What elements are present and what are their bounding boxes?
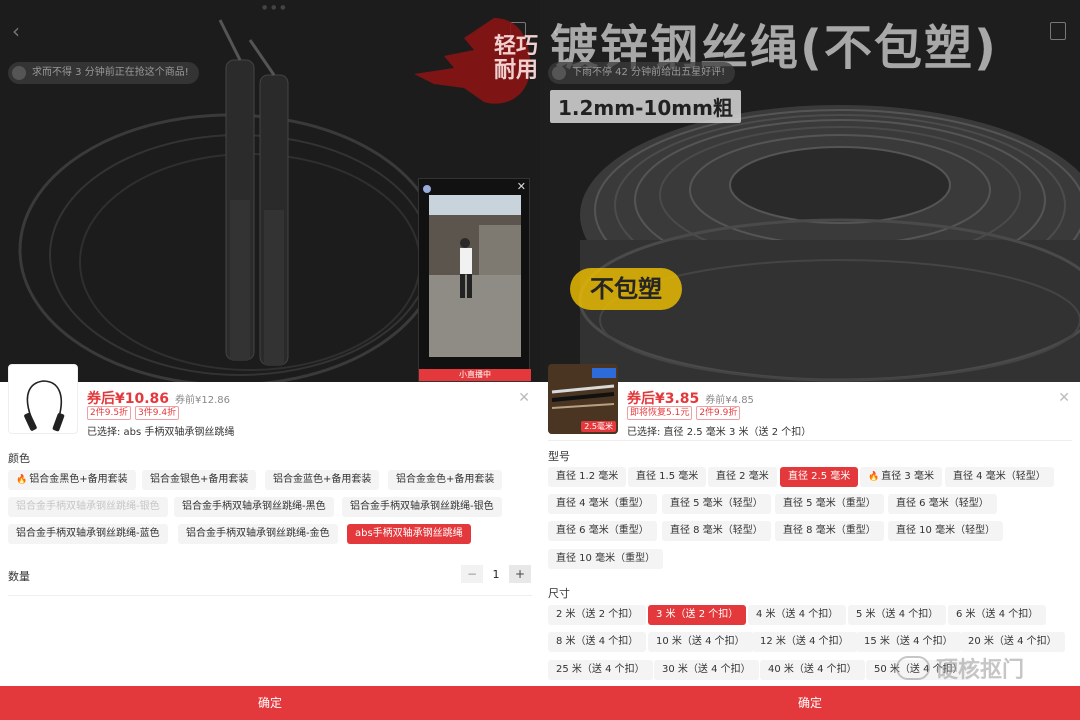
model-option[interactable]: 直径 5 毫米（轻型）: [662, 494, 771, 514]
size-option[interactable]: 2 米（送 2 个扣）: [548, 605, 647, 625]
jump-rope-sku-panel: ● ● ● ‹ 轻巧耐用 求而不得 3 分钟前正在抢这个商品! ✕ 小直播中 券…: [0, 0, 540, 720]
sku-sheet: [0, 382, 540, 720]
status-bar-dots: ● ● ●: [262, 4, 287, 11]
price-row: 券后¥3.85 券前¥4.85: [627, 388, 754, 408]
size-option[interactable]: 5 米（送 4 个扣）: [848, 605, 947, 625]
model-label: 型号: [548, 450, 570, 463]
size-range-label: 1.2mm-10mm粗: [550, 90, 741, 123]
original-price: 券前¥12.86: [175, 395, 231, 406]
fire-icon: 🔥: [16, 475, 28, 485]
divider: [548, 440, 1072, 441]
activity-notice-text: 下雨不停 42 分钟前给出五星好评!: [572, 67, 726, 78]
avatar: [12, 66, 26, 80]
promo-tags: 即将恢复5.1元 2件9.9折: [627, 406, 741, 420]
live-avatar-icon: [423, 185, 431, 193]
live-video[interactable]: [429, 195, 521, 357]
product-thumbnail: 2.5毫米: [548, 364, 618, 434]
promo-tag: 3件9.4折: [135, 406, 180, 420]
activity-notice: 下雨不停 42 分钟前给出五星好评!: [548, 62, 736, 84]
size-option[interactable]: 15 米（送 4 个扣）: [856, 632, 961, 652]
size-option[interactable]: 20 米（送 4 个扣）: [960, 632, 1065, 652]
model-option[interactable]: 直径 5 毫米（重型）: [775, 494, 884, 514]
size-label: 尺寸: [548, 587, 570, 600]
steel-rope-sku-panel: ‹ 镀锌钢丝绳(不包塑) 下雨不停 42 分钟前给出五星好评! 1.2mm-10…: [540, 0, 1080, 720]
watermark-text: 硬核抠门: [936, 658, 1025, 683]
quantity-plus-button[interactable]: +: [509, 565, 531, 583]
color-option-selected[interactable]: abs手柄双轴承钢丝跳绳: [347, 524, 471, 544]
color-option[interactable]: 铝合金手柄双轴承钢丝跳绳-金色: [178, 524, 338, 544]
wechat-icon: [896, 656, 930, 680]
selected-sku: 已选择: abs 手柄双轴承钢丝跳绳: [87, 427, 235, 438]
screenshot-pair: ● ● ● ‹ 轻巧耐用 求而不得 3 分钟前正在抢这个商品! ✕ 小直播中 券…: [0, 0, 1080, 720]
product-hero-image: ‹ 镀锌钢丝绳(不包塑) 下雨不停 42 分钟前给出五星好评! 1.2mm-10…: [540, 0, 1080, 382]
product-hero-image: ● ● ● ‹ 轻巧耐用 求而不得 3 分钟前正在抢这个商品! ✕ 小直播中: [0, 0, 540, 382]
thumbnail-tag: 2.5毫米: [581, 421, 616, 432]
model-option[interactable]: 直径 1.2 毫米: [548, 467, 627, 487]
model-option[interactable]: 直径 8 毫米（轻型）: [662, 521, 771, 541]
size-option[interactable]: 30 米（送 4 个扣）: [654, 660, 759, 680]
promo-tags: 2件9.5折 3件9.4折: [87, 406, 180, 420]
close-sheet-icon[interactable]: ✕: [518, 390, 530, 406]
back-arrow-icon[interactable]: ‹: [12, 20, 34, 42]
color-option[interactable]: 铝合金手柄双轴承钢丝跳绳-黑色: [174, 497, 334, 517]
live-stream-popup[interactable]: ✕ 小直播中: [418, 178, 531, 382]
size-option[interactable]: 8 米（送 4 个扣）: [548, 632, 647, 652]
color-option[interactable]: 铝合金银色+备用套装: [142, 470, 257, 490]
model-option[interactable]: 🔥 直径 3 毫米: [860, 467, 942, 487]
color-option[interactable]: 🔥 铝合金黑色+备用套装: [8, 470, 136, 490]
coupon-price: 券后¥3.85: [627, 391, 700, 407]
model-option[interactable]: 直径 10 毫米（轻型）: [888, 521, 1004, 541]
model-option[interactable]: 直径 8 毫米（重型）: [775, 521, 884, 541]
model-option[interactable]: 直径 2 毫米: [708, 467, 777, 487]
fire-icon: 🔥: [868, 472, 880, 482]
color-option[interactable]: 铝合金手柄双轴承钢丝跳绳-银色: [342, 497, 502, 517]
share-icon[interactable]: [1050, 22, 1066, 40]
model-option[interactable]: 直径 1.5 毫米: [628, 467, 707, 487]
original-price: 券前¥4.85: [705, 395, 754, 406]
model-option[interactable]: 直径 6 毫米（重型）: [548, 521, 657, 541]
confirm-button[interactable]: 确定: [0, 686, 540, 720]
selected-sku: 已选择: 直径 2.5 毫米 3 米（送 2 个扣）: [627, 427, 812, 438]
product-thumbnail: [8, 364, 78, 434]
coupon-price: 券后¥10.86: [87, 391, 170, 407]
promo-tag: 2件9.5折: [87, 406, 132, 420]
size-option[interactable]: 6 米（送 4 个扣）: [948, 605, 1047, 625]
promo-badge-text: 轻巧耐用: [494, 34, 539, 83]
activity-notice-text: 求而不得 3 分钟前正在抢这个商品!: [32, 67, 189, 78]
activity-notice: 求而不得 3 分钟前正在抢这个商品!: [8, 62, 199, 84]
size-option[interactable]: 10 米（送 4 个扣）: [648, 632, 753, 652]
model-option[interactable]: 直径 10 毫米（重型）: [548, 549, 664, 569]
promo-tag: 2件9.9折: [696, 406, 741, 420]
color-option[interactable]: 铝合金金色+备用套装: [388, 470, 503, 490]
color-option[interactable]: 铝合金手柄双轴承钢丝跳绳-蓝色: [8, 524, 168, 544]
color-option-disabled: 铝合金手柄双轴承钢丝跳绳-银色: [8, 497, 168, 517]
color-label: 颜色: [8, 452, 30, 465]
divider: [8, 595, 532, 596]
promo-badge: 轻巧耐用: [344, 10, 538, 110]
color-option[interactable]: 铝合金蓝色+备用套装: [265, 470, 380, 490]
size-option[interactable]: 40 米（送 4 个扣）: [760, 660, 865, 680]
no-coating-badge: 不包塑: [570, 268, 682, 310]
confirm-button[interactable]: 确定: [540, 686, 1080, 720]
size-option[interactable]: 4 米（送 4 个扣）: [748, 605, 847, 625]
watermark: 硬核抠门: [896, 652, 1024, 684]
quantity-label: 数量: [8, 570, 30, 583]
size-option[interactable]: 12 米（送 4 个扣）: [752, 632, 857, 652]
live-close-icon[interactable]: ✕: [517, 180, 526, 193]
close-sheet-icon[interactable]: ✕: [1058, 390, 1070, 406]
price-row: 券后¥10.86 券前¥12.86: [87, 388, 230, 408]
model-option[interactable]: 直径 4 毫米（轻型）: [945, 467, 1054, 487]
quantity-stepper: − 1 +: [461, 565, 531, 583]
quantity-minus-button[interactable]: −: [461, 565, 483, 583]
promo-tag: 即将恢复5.1元: [627, 406, 693, 420]
model-option[interactable]: 直径 6 毫米（轻型）: [888, 494, 997, 514]
quantity-value[interactable]: 1: [483, 568, 509, 581]
model-option-selected[interactable]: 直径 2.5 毫米: [780, 467, 859, 487]
avatar: [552, 66, 566, 80]
model-option[interactable]: 直径 4 毫米（重型）: [548, 494, 657, 514]
size-option-selected[interactable]: 3 米（送 2 个扣）: [648, 605, 747, 625]
live-status-bar: 小直播中: [419, 369, 531, 381]
size-option[interactable]: 25 米（送 4 个扣）: [548, 660, 653, 680]
